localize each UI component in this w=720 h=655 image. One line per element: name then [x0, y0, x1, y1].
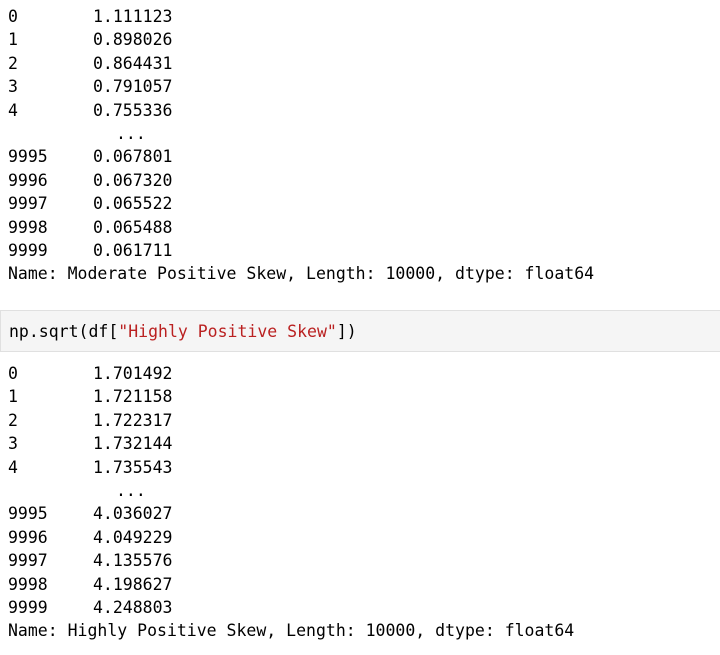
series-row: 2 0.864431	[8, 52, 594, 75]
row-index: 3	[8, 77, 18, 97]
row-index: 9995	[8, 147, 48, 167]
row-index: 3	[8, 434, 18, 454]
row-value: 4.135576	[93, 551, 173, 571]
code-line[interactable]: np.sqrt(df["Highly Positive Skew"])	[9, 311, 357, 353]
series-footer: Name: Highly Positive Skew, Length: 1000…	[8, 621, 575, 641]
series-row: 1 0.898026	[8, 28, 594, 51]
row-index: 1	[8, 30, 18, 50]
row-value: 0.755336	[93, 100, 173, 120]
row-index: 2	[8, 53, 18, 73]
code-string-literal: "Highly Positive Skew"	[118, 322, 337, 341]
code-prefix: np.sqrt(df[	[9, 322, 119, 341]
code-input-cell[interactable]: np.sqrt(df["Highly Positive Skew"])	[0, 310, 720, 352]
row-index: 9999	[8, 240, 48, 260]
row-index: 0	[8, 7, 18, 26]
row-value: 0.791057	[93, 77, 173, 97]
row-index: 9999	[8, 597, 48, 617]
series-row: 9999 4.248803	[8, 596, 574, 619]
series-row: 9995 4.036027	[8, 502, 574, 525]
row-index: 4	[8, 457, 18, 477]
row-index: 0	[8, 364, 18, 383]
row-index: 2	[8, 410, 18, 430]
row-value: 4.036027	[93, 504, 173, 524]
series-row: 9996 4.049229	[8, 526, 574, 549]
series-row: 0 1.111123	[8, 5, 594, 28]
row-value: 0.864431	[93, 53, 173, 73]
row-value: 1.735543	[93, 457, 173, 477]
series-row: 9997 0.065522	[8, 192, 594, 215]
series-row: 4 1.735543	[8, 456, 574, 479]
series-row: 0 1.701492	[8, 362, 574, 385]
row-value: 4.049229	[93, 527, 173, 547]
row-value: 4.198627	[93, 574, 173, 594]
row-index: 9998	[8, 217, 48, 237]
row-index: 9998	[8, 574, 48, 594]
series-footer: Name: Moderate Positive Skew, Length: 10…	[8, 264, 595, 284]
series-row: 2 1.722317	[8, 409, 574, 432]
row-value: 4.248803	[93, 597, 173, 617]
row-value: 0.061711	[93, 240, 173, 260]
series-row: 9995 0.067801	[8, 145, 594, 168]
row-value: 0.067320	[93, 170, 173, 190]
row-index: 9997	[8, 551, 48, 571]
row-index: 4	[8, 100, 18, 120]
row-value: 0.067801	[93, 147, 173, 167]
row-value: 1.722317	[93, 410, 173, 430]
row-value: 1.111123	[93, 7, 173, 26]
row-index: 9997	[8, 194, 48, 214]
row-value: 1.732144	[93, 434, 173, 454]
series-row: 9999 0.061711	[8, 239, 594, 262]
code-suffix: ])	[336, 322, 357, 341]
series-row: 9996 0.067320	[8, 169, 594, 192]
row-value: 0.065488	[93, 217, 173, 237]
series-row: 3 0.791057	[8, 75, 594, 98]
row-index: 9995	[8, 504, 48, 524]
row-value: 1.701492	[93, 364, 173, 383]
series-row: 9998 4.198627	[8, 573, 574, 596]
series-ellipsis: ...	[116, 123, 146, 143]
row-value: 0.065522	[93, 194, 173, 214]
series-output-highly-skew: 0 1.701492 1 1.721158 2 1.722317 3 1.732144 …	[8, 362, 574, 643]
row-value: 1.721158	[93, 387, 173, 407]
series-ellipsis: ...	[116, 480, 146, 500]
row-index: 1	[8, 387, 18, 407]
series-row: 3 1.732144	[8, 432, 574, 455]
row-value: 0.898026	[93, 30, 173, 50]
row-index: 9996	[8, 170, 48, 190]
row-index: 9996	[8, 527, 48, 547]
series-row: 1 1.721158	[8, 385, 574, 408]
series-output-moderate-skew: 0 1.111123 1 0.898026 2 0.864431 3 0.791057 …	[8, 5, 594, 286]
series-row: 9997 4.135576	[8, 549, 574, 572]
series-row: 4 0.755336	[8, 99, 594, 122]
series-row: 9998 0.065488	[8, 216, 594, 239]
